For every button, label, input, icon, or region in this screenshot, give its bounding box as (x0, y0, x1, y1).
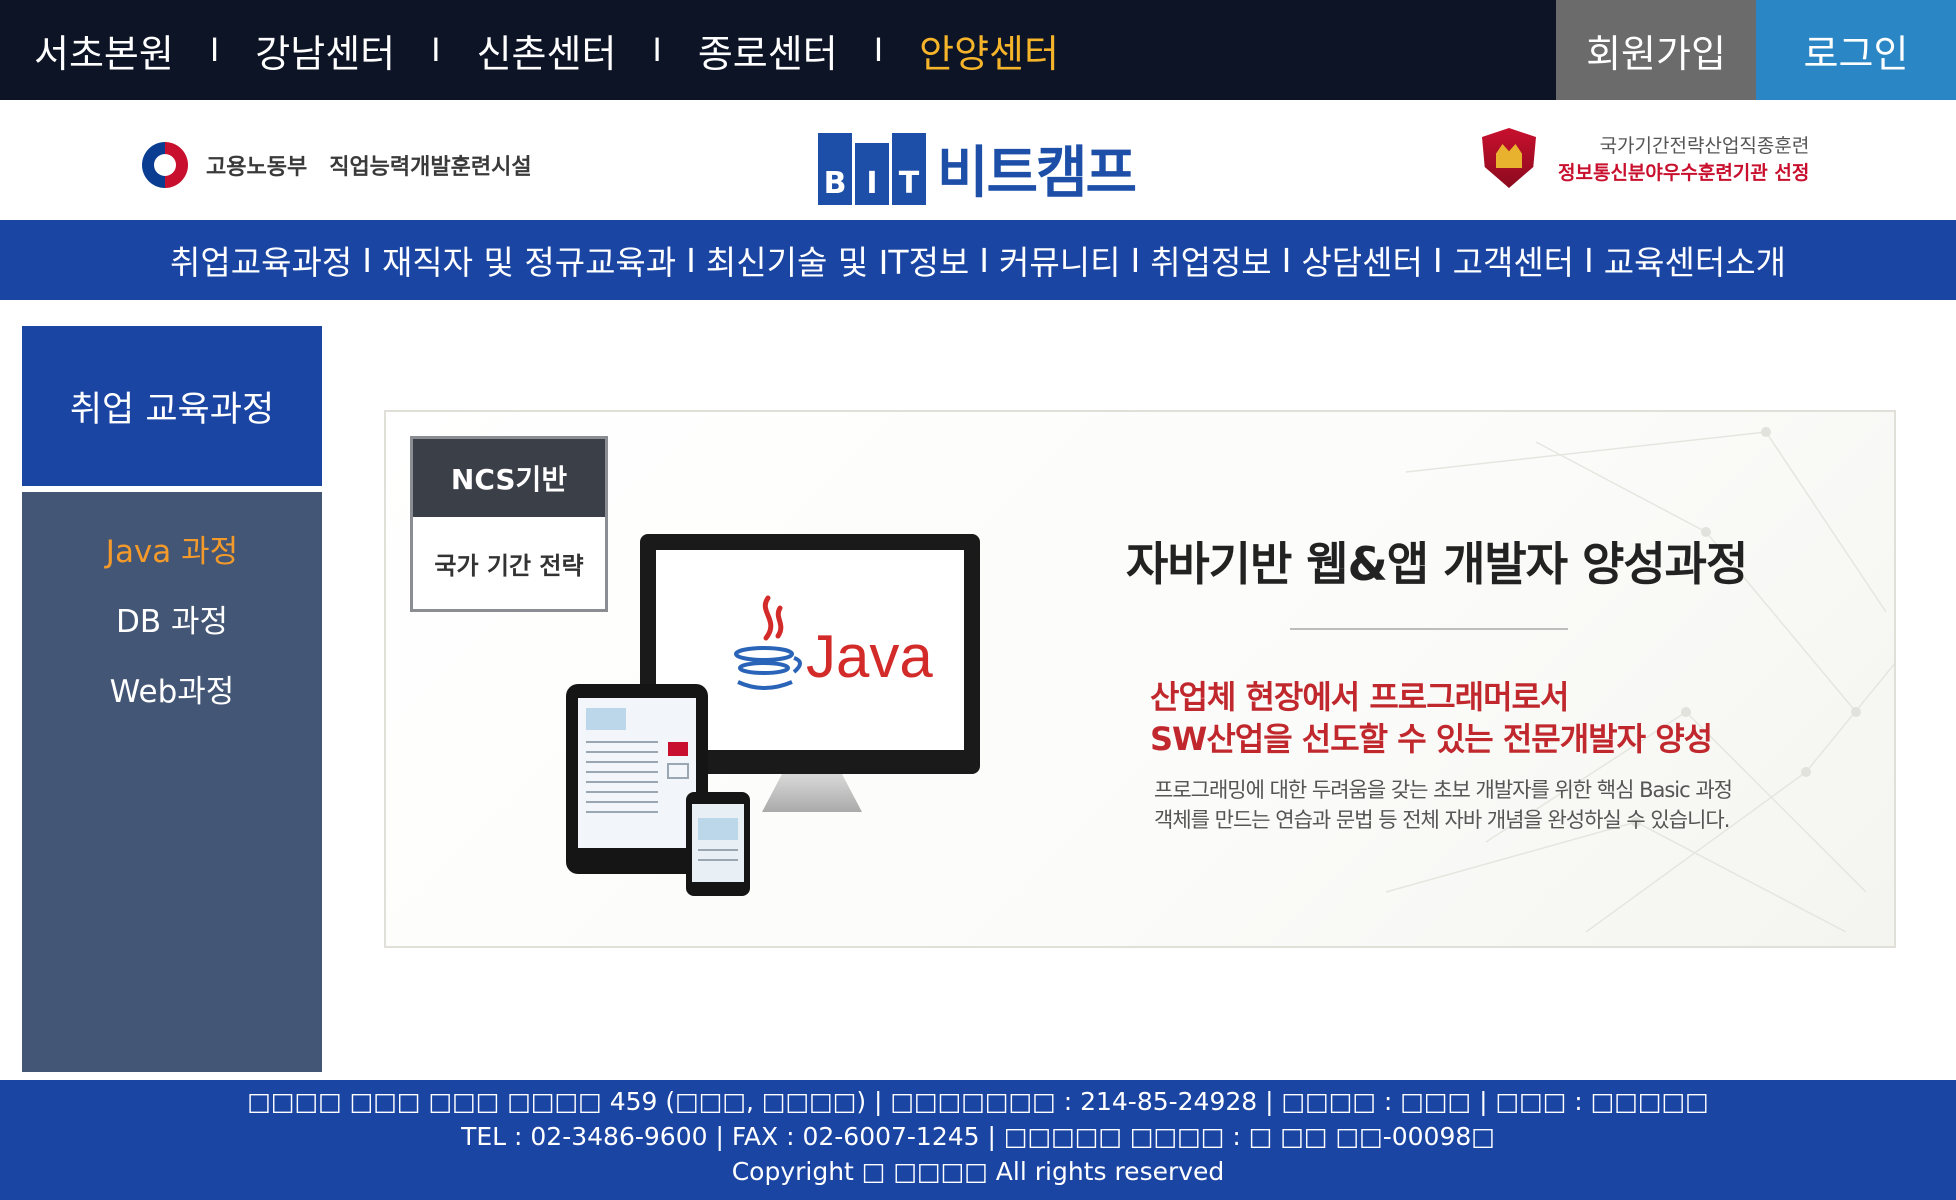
document-lines-icon (586, 708, 689, 813)
bitcamp-logo[interactable]: B I T 비트캠프 (818, 128, 1137, 209)
center-separator: I (652, 31, 662, 69)
banner-description-2: 객체를 만드는 연습과 문법 등 전체 자바 개념을 완성하실 수 있습니다. (1154, 808, 1730, 832)
center-separator: I (209, 31, 220, 69)
bit-letter-i: I (855, 142, 889, 205)
moel-facility-text: 직업능력개발훈련시설 (329, 155, 532, 180)
sidebar-item-java[interactable]: Java 과정 (22, 532, 322, 602)
footer-address: □□□□ □□□ □□□ □□□□ 459 (□□□, □□□□) | □□□□… (247, 1087, 1709, 1116)
shield-crown-icon (1482, 128, 1536, 188)
footer-contact: TEL : 02-3486-9600 | FAX : 02-6007-1245 … (461, 1122, 1495, 1151)
center-link-gangnam[interactable]: 강남센터 (255, 23, 395, 78)
banner-description-1: 프로그래밍에 대한 두려움을 갖는 초보 개발자를 위한 핵심 Basic 과정 (1154, 778, 1733, 802)
center-separator: I (873, 31, 884, 69)
sidebar-menu: Java 과정 DB 과정 Web과정 (22, 492, 322, 1072)
nav-separator: I (686, 240, 696, 280)
nav-item-customer-center[interactable]: 고객센터 (1453, 236, 1574, 284)
banner-title: 자바기반 웹&앱 개발자 양성과정 (1126, 537, 1748, 591)
nav-separator: I (1130, 240, 1141, 280)
center-separator: I (431, 31, 441, 69)
bitcamp-name: 비트캠프 (937, 141, 1137, 206)
moel-ministry-text: 고용노동부 (206, 155, 308, 180)
center-links: 서초본원 I 강남센터 I 신촌센터 I 종로센터 I 안양센터 (34, 0, 1059, 100)
bit-blocks: B I T (818, 132, 929, 205)
nav-item-counsel-center[interactable]: 상담센터 (1301, 236, 1422, 284)
join-button[interactable]: 회원가입 (1556, 0, 1756, 100)
footer-copyright: Copyright □ □□□□ All rights reserved (731, 1157, 1225, 1186)
logo-row: 고용노동부 직업능력개발훈련시설 B I T 비트캠프 국가기간전략산업직종훈련… (0, 100, 1956, 220)
nav-item-job-info[interactable]: 취업정보 (1150, 236, 1271, 284)
nav-separator: I (979, 240, 990, 280)
nav-separator: I (1281, 240, 1292, 280)
banner-divider (1290, 628, 1568, 630)
tablet-screen (578, 698, 696, 848)
banner-subtitle-2: SW산업을 선도할 수 있는 전문개발자 양성 (1150, 720, 1713, 758)
center-link-jongno[interactable]: 종로센터 (698, 23, 838, 78)
footer: □□□□ □□□ □□□ □□□□ 459 (□□□, □□□□) | □□□□… (0, 1080, 1956, 1200)
award-line-2: 정보통신분야우수훈련기관 선정 (1558, 162, 1810, 184)
award-text: 국가기간전략산업직종훈련 정보통신분야우수훈련기관 선정 (1558, 131, 1809, 185)
moel-logo[interactable]: 고용노동부 직업능력개발훈련시설 (142, 142, 532, 188)
award-badge: 국가기간전략산업직종훈련 정보통신분야우수훈련기관 선정 (1482, 128, 1809, 188)
center-link-sinchon[interactable]: 신촌센터 (477, 23, 617, 78)
nav-separator: I (1432, 240, 1443, 280)
ncs-badge-bottom: 국가 기간 전략 (434, 551, 584, 580)
ncs-badge: NCS기반 국가 기간 전략 (410, 436, 608, 612)
bit-letter-b: B (818, 132, 852, 205)
course-banner: NCS기반 국가 기간 전략 Java 자바기반 웹&앱 개발자 양성과정 산업… (384, 410, 1896, 948)
banner-subtitle-1: 산업체 현장에서 프로그래머로서 (1150, 678, 1569, 716)
award-line-1: 국가기간전략산업직종훈련 (1599, 135, 1810, 157)
center-link-anyang[interactable]: 안양센터 (919, 23, 1059, 78)
sidebar-item-db[interactable]: DB 과정 (22, 602, 322, 672)
sidebar-item-web[interactable]: Web과정 (22, 672, 322, 742)
phone-content-icon (698, 818, 738, 861)
ncs-badge-top: NCS기반 (413, 439, 605, 517)
top-bar: 서초본원 I 강남센터 I 신촌센터 I 종로센터 I 안양센터 회원가입 로그… (0, 0, 1956, 100)
nav-item-employment-courses[interactable]: 취업교육과정 (170, 236, 352, 284)
nav-item-community[interactable]: 커뮤니티 (999, 236, 1120, 284)
center-link-seocho[interactable]: 서초본원 (34, 23, 174, 78)
bit-letter-t: T (892, 132, 926, 205)
nav-item-worker-courses[interactable]: 재직자 및 정규교육과 (382, 236, 676, 284)
phone-icon (686, 792, 750, 896)
nav-item-tech-info[interactable]: 최신기술 및 IT정보 (706, 236, 969, 284)
nav-separator: I (362, 240, 372, 280)
main-nav: 취업교육과정 I 재직자 및 정규교육과 I 최신기술 및 IT정보 I 커뮤니… (0, 220, 1956, 300)
taegeuk-emblem-icon (142, 142, 188, 188)
login-button[interactable]: 로그인 (1756, 0, 1956, 100)
java-wordmark: Java (806, 623, 933, 690)
java-cup-icon (734, 595, 802, 690)
sidebar-title: 취업 교육과정 (22, 326, 322, 486)
nav-separator: I (1584, 240, 1594, 280)
phone-screen (692, 804, 744, 882)
nav-item-about[interactable]: 교육센터소개 (1604, 236, 1786, 284)
